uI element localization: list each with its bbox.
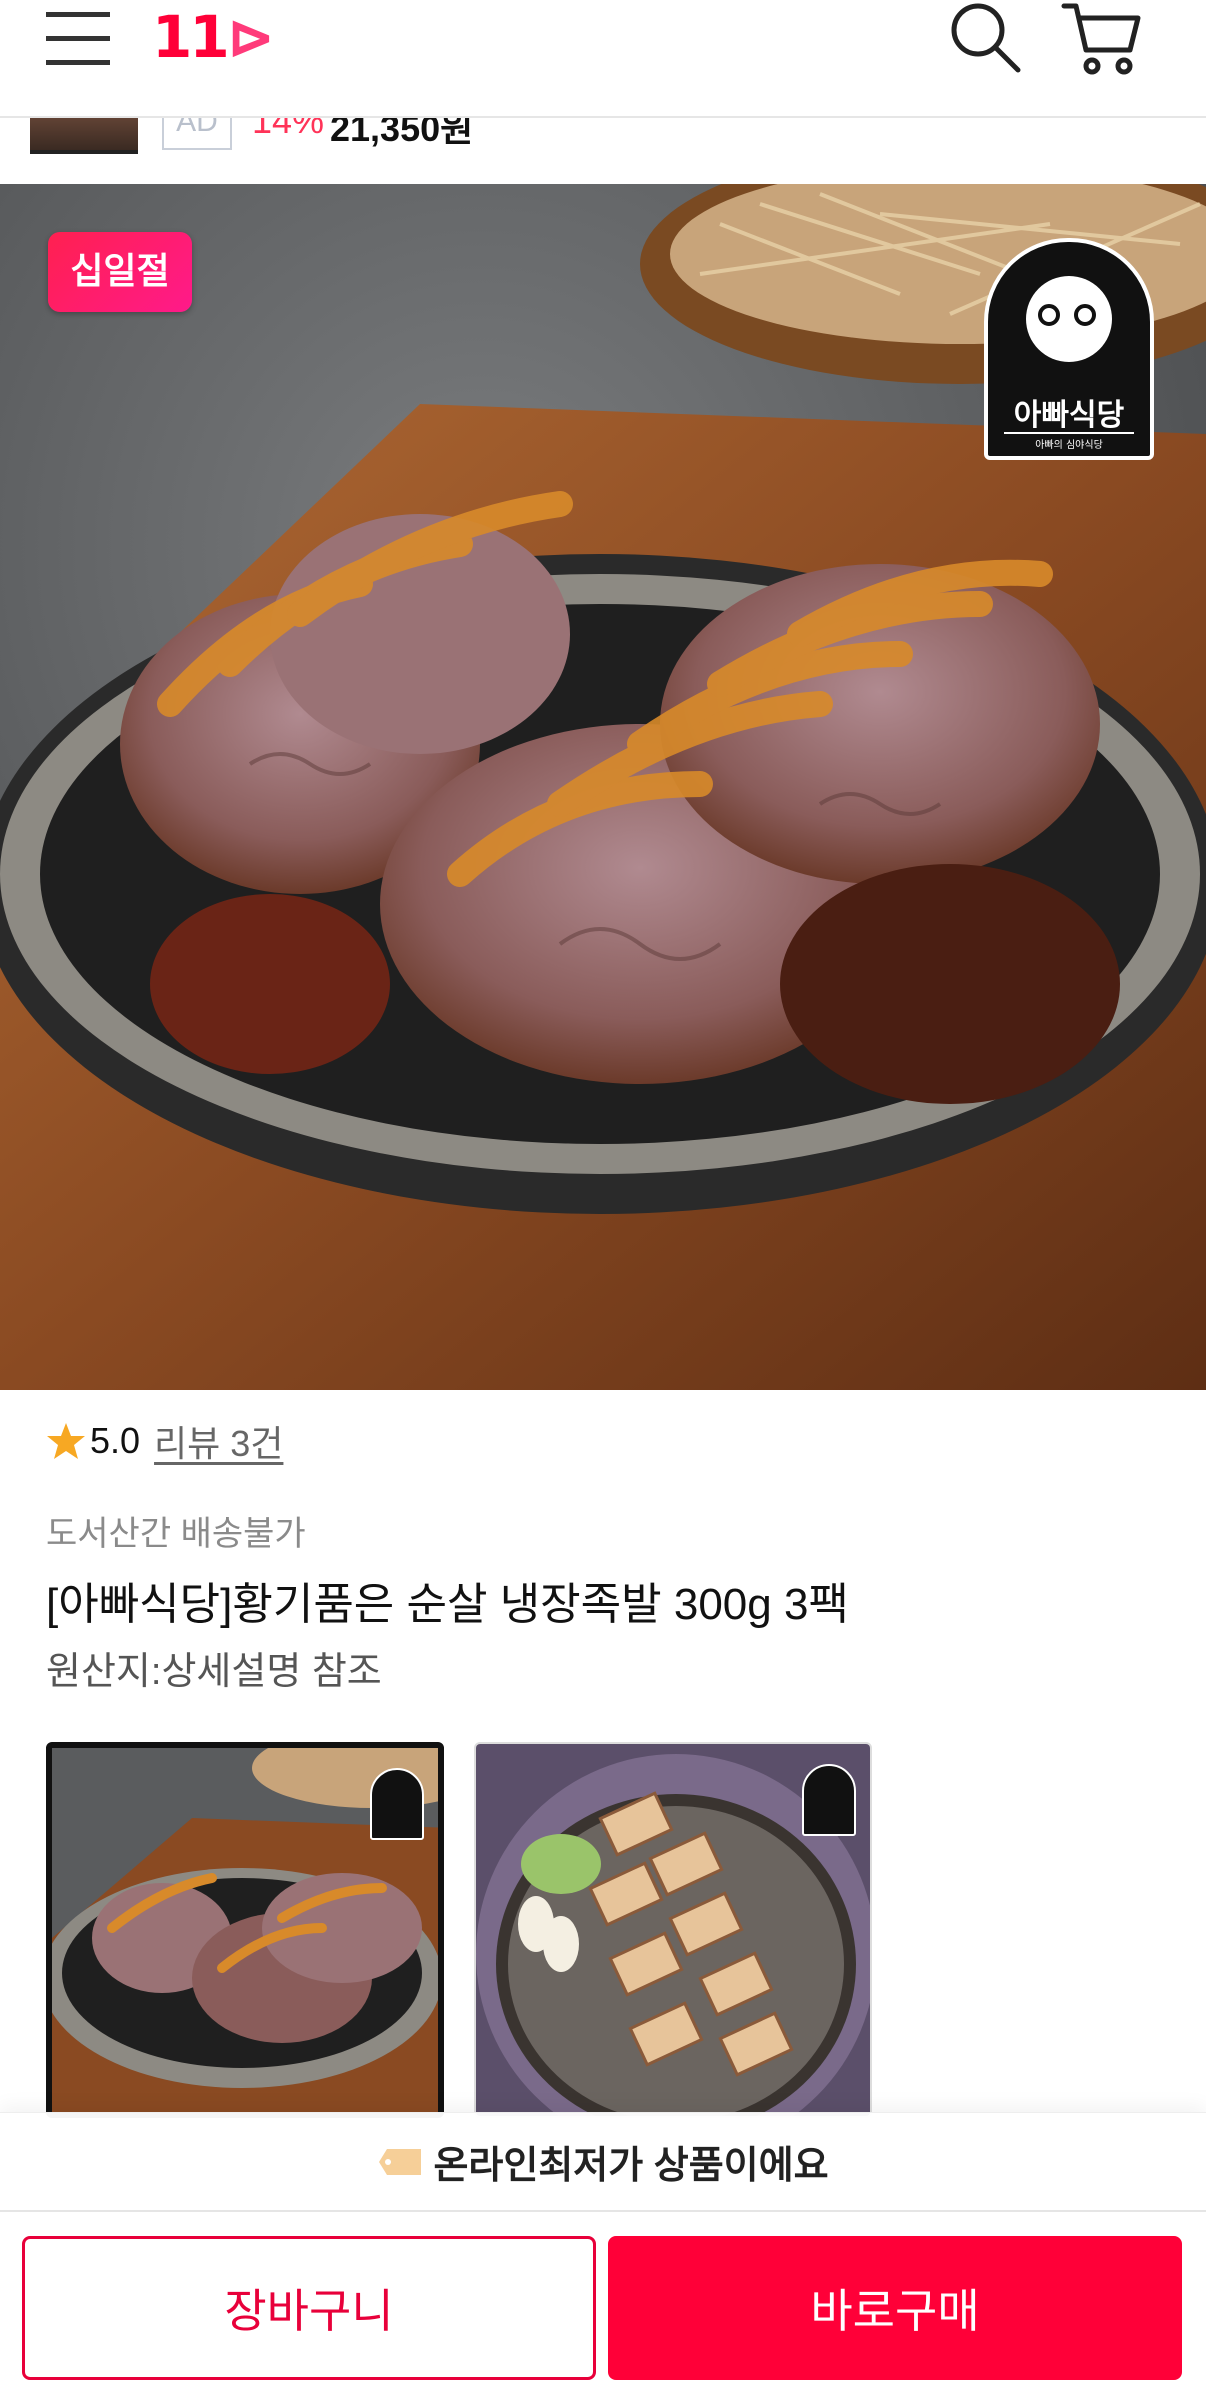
site-logo[interactable]: 11⊳ [152,2,276,72]
rating-row: 5.0 리뷰 3건 [46,1416,283,1466]
review-count-link[interactable]: 리뷰 3건 [154,1415,283,1467]
mascot-eye-right [1074,304,1096,326]
event-badge: 십일절 [48,232,192,312]
thumbnail-1-selected[interactable] [46,1742,444,2118]
cart-icon[interactable] [1060,0,1142,76]
brand-name: 아빠식당 [1013,398,1125,433]
lowest-price-text: 온라인최저가 상품이에요 [433,2145,829,2187]
search-icon[interactable] [948,0,1022,74]
logo-arrow: ⊳ [226,3,276,71]
brand-mascot-icon [1026,276,1112,362]
thumbnail-2[interactable] [474,1742,872,2118]
add-to-cart-button[interactable]: 장바구니 [22,2236,596,2380]
thumbnail-brand-logo [802,1764,856,1836]
brand-subtitle: 아빠의 심야식당 [1004,432,1134,451]
product-origin: 원산지:상세설명 참조 [46,1651,382,1693]
brand-logo: 아빠식당 아빠의 심야식당 [984,238,1154,460]
logo-text: 11 [152,3,230,71]
price-tag-icon [379,2148,422,2175]
product-main-image[interactable]: 십일절 아빠식당 아빠의 심야식당 [0,184,1206,1390]
shipping-notice: 도서산간 배송불가 [46,1515,306,1553]
mascot-eye-left [1038,304,1060,326]
buy-now-button[interactable]: 바로구매 [608,2236,1182,2380]
top-header: 11⊳ [0,0,1206,118]
mini-product-bar[interactable]: AD 14% 21,350원 [0,108,1206,184]
product-detail-page: 11⊳ AD 14% 21,350원 십일절 아빠식당 아빠의 심야식당 5.0… [0,0,1206,2404]
bottom-action-bar: 장바구니 바로구매 [0,2210,1206,2404]
thumbnail-brand-logo [370,1768,424,1840]
menu-icon[interactable] [44,6,112,66]
star-icon [47,1423,85,1459]
product-title: [아빠식당]황기품은 순살 냉장족발 300g 3팩 [46,1580,849,1629]
lowest-price-banner: 온라인최저가 상품이에요 [0,2112,1206,2210]
rating-value: 5.0 [90,1420,141,1461]
